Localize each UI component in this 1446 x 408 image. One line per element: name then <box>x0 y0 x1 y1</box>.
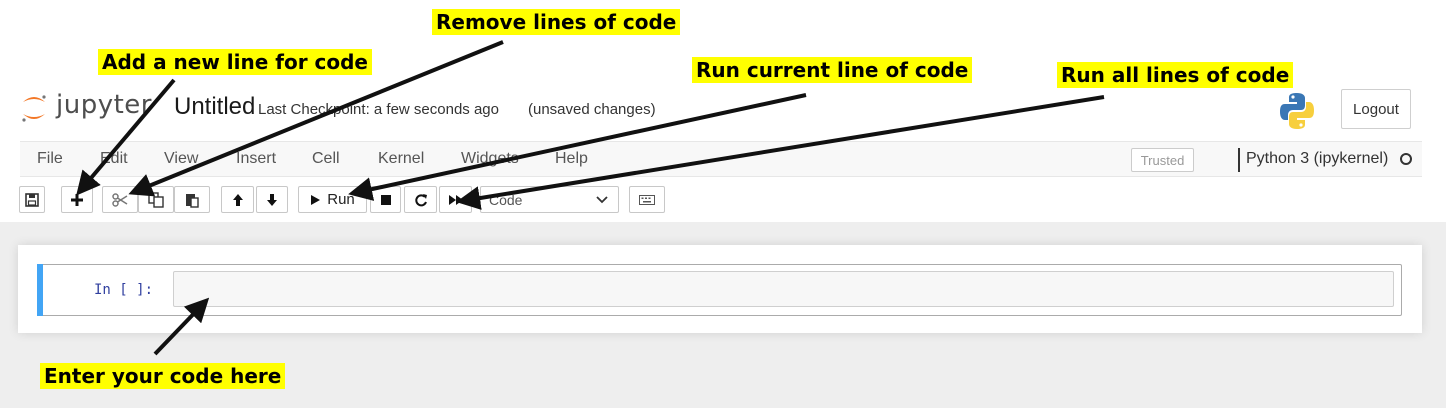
stop-icon <box>380 194 391 205</box>
copy-cell-button[interactable] <box>138 186 174 213</box>
annotation-run-all: Run all lines of code <box>1057 62 1294 88</box>
menu-kernel[interactable]: Kernel <box>378 150 424 168</box>
arrow-up-icon <box>232 193 243 206</box>
menu-insert[interactable]: Insert <box>236 150 276 168</box>
restart-kernel-button[interactable] <box>404 186 437 213</box>
command-palette-button[interactable] <box>629 186 665 213</box>
python-logo-icon <box>1280 93 1314 129</box>
arrow-down-icon <box>267 193 277 206</box>
paste-icon <box>186 193 199 208</box>
move-cell-up-button[interactable] <box>221 186 254 213</box>
paste-cell-button[interactable] <box>174 186 210 213</box>
menu-view[interactable]: View <box>164 150 198 168</box>
logout-button[interactable]: Logout <box>1341 89 1411 129</box>
cell-selection-indicator <box>37 264 43 316</box>
annotation-remove-lines: Remove lines of code <box>432 9 681 35</box>
jupyter-logo-text: jupyter <box>56 90 152 120</box>
trusted-badge[interactable]: Trusted <box>1131 148 1194 172</box>
menu-bar: File Edit View Insert Cell Kernel Widget… <box>20 141 1422 177</box>
keyboard-icon <box>639 194 655 205</box>
checkpoint-status: Last Checkpoint: a few seconds ago <box>258 101 499 118</box>
floppy-disk-icon <box>25 192 39 207</box>
menu-widgets[interactable]: Widgets <box>461 150 519 168</box>
cell-type-value: Code <box>489 192 523 208</box>
add-cell-button[interactable] <box>61 186 93 213</box>
kernel-idle-indicator-icon <box>1400 153 1412 165</box>
restart-icon <box>414 193 427 206</box>
notebook-title[interactable]: Untitled <box>174 93 255 121</box>
cut-cell-button[interactable] <box>102 186 138 213</box>
chevron-down-icon <box>596 196 608 204</box>
annotation-run-current: Run current line of code <box>692 57 973 83</box>
code-input[interactable] <box>173 271 1394 307</box>
scissors-icon <box>112 192 128 207</box>
run-button-label: Run <box>327 191 355 208</box>
annotation-enter-code: Enter your code here <box>40 363 286 389</box>
menu-edit[interactable]: Edit <box>100 150 128 168</box>
annotation-add-line: Add a new line for code <box>98 49 372 75</box>
kernel-separator <box>1238 148 1240 172</box>
menu-file[interactable]: File <box>37 150 63 168</box>
save-button[interactable] <box>19 186 45 213</box>
cell-type-select[interactable]: Code <box>480 186 619 213</box>
restart-run-all-button[interactable] <box>439 186 472 213</box>
autosave-status: (unsaved changes) <box>528 101 656 118</box>
move-cell-down-button[interactable] <box>256 186 288 213</box>
play-icon <box>311 194 321 205</box>
jupyter-logo[interactable]: jupyter <box>20 88 168 128</box>
jupyter-logo-icon <box>22 95 46 122</box>
interrupt-kernel-button[interactable] <box>370 186 401 213</box>
copy-icon <box>148 191 164 208</box>
fast-forward-icon <box>448 194 463 205</box>
kernel-name[interactable]: Python 3 (ipykernel) <box>1246 150 1388 168</box>
menu-cell[interactable]: Cell <box>312 150 340 168</box>
menu-help[interactable]: Help <box>555 150 588 168</box>
plus-icon <box>71 193 83 206</box>
input-prompt: In [ ]: <box>94 282 154 298</box>
run-cell-button[interactable]: Run <box>298 186 367 213</box>
